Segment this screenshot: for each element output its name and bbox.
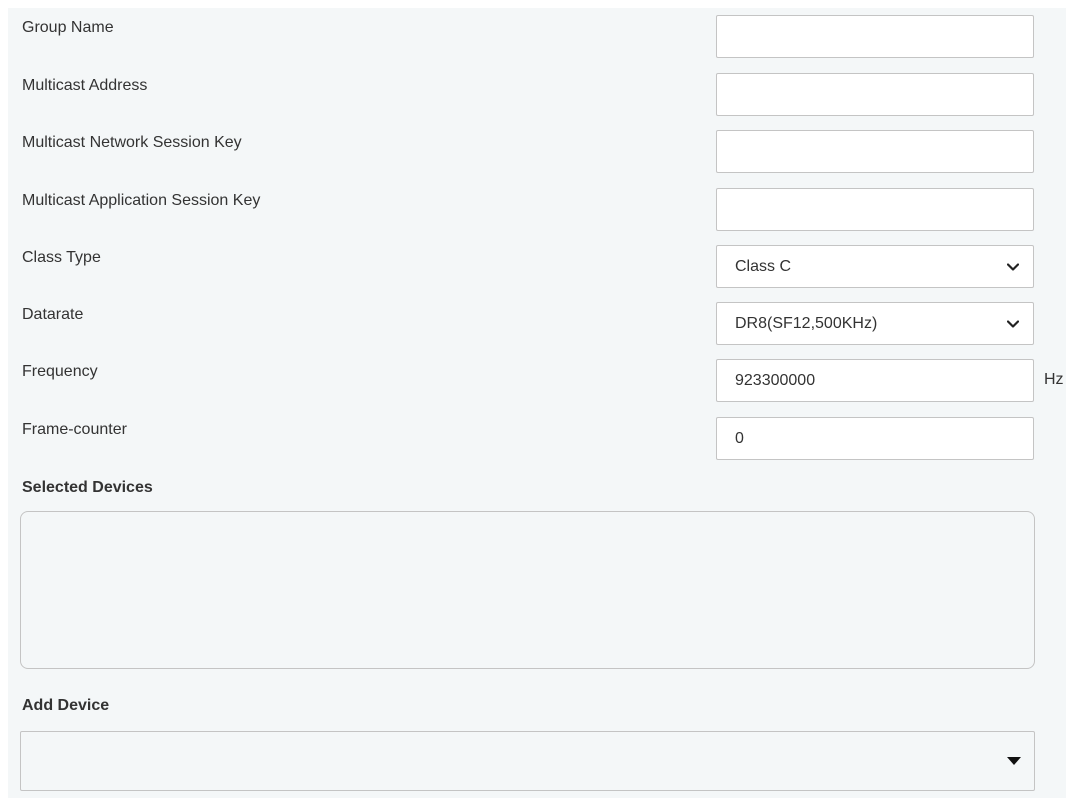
datarate-label: Datarate xyxy=(22,306,84,323)
frequency-label: Frequency xyxy=(22,363,98,380)
frame-counter-input[interactable] xyxy=(716,417,1034,460)
class-type-row: Class Type Class C xyxy=(8,245,1066,289)
datarate-select[interactable]: DR8(SF12,500KHz) xyxy=(716,302,1034,345)
application-session-key-label: Multicast Application Session Key xyxy=(22,192,261,209)
chevron-down-icon xyxy=(993,303,1033,344)
network-session-key-input[interactable] xyxy=(716,130,1034,173)
application-session-key-input[interactable] xyxy=(716,188,1034,231)
frequency-row: Frequency Hz xyxy=(8,359,1066,403)
frame-counter-row: Frame-counter xyxy=(8,417,1066,461)
group-name-label: Group Name xyxy=(22,19,114,36)
multicast-address-input[interactable] xyxy=(716,73,1034,116)
datarate-value: DR8(SF12,500KHz) xyxy=(735,314,878,332)
group-name-input[interactable] xyxy=(716,15,1034,58)
frequency-input[interactable] xyxy=(716,359,1034,402)
selected-devices-textarea[interactable] xyxy=(20,511,1035,669)
add-device-title: Add Device xyxy=(22,697,110,714)
selected-devices-title: Selected Devices xyxy=(22,479,153,496)
frame-counter-label: Frame-counter xyxy=(22,421,127,438)
class-type-label: Class Type xyxy=(22,249,101,266)
chevron-down-icon xyxy=(993,246,1033,287)
frequency-unit: Hz xyxy=(1044,371,1064,388)
network-session-key-label: Multicast Network Session Key xyxy=(22,134,242,151)
class-type-value: Class C xyxy=(735,257,792,275)
multicast-address-label: Multicast Address xyxy=(22,77,148,94)
caret-down-icon xyxy=(994,732,1034,790)
group-name-row: Group Name xyxy=(8,15,1066,59)
add-device-select[interactable] xyxy=(20,731,1035,791)
multicast-group-form: Group Name Multicast Address Multicast N… xyxy=(8,8,1066,798)
class-type-select[interactable]: Class C xyxy=(716,245,1034,288)
datarate-row: Datarate DR8(SF12,500KHz) xyxy=(8,302,1066,346)
application-session-key-row: Multicast Application Session Key xyxy=(8,188,1066,232)
multicast-address-row: Multicast Address xyxy=(8,73,1066,117)
network-session-key-row: Multicast Network Session Key xyxy=(8,130,1066,174)
